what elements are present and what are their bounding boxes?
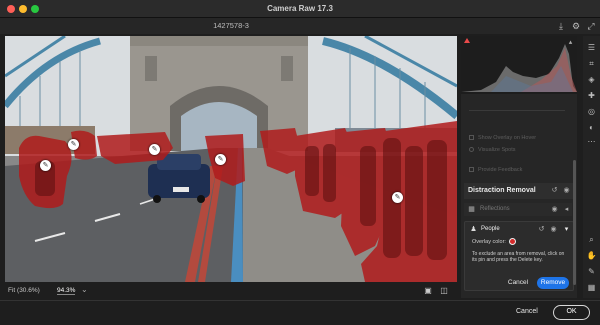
- ok-button[interactable]: OK: [553, 305, 590, 320]
- footer: Cancel OK: [0, 300, 600, 325]
- zoom-bar: Fit (30.6%) 94.3% ⌄ ▣ ◫: [5, 284, 457, 298]
- crop-icon[interactable]: ⌗: [586, 58, 597, 69]
- reflections-row[interactable]: ▦ Reflections ◉ ◂: [464, 203, 572, 216]
- more-icon[interactable]: ⋯: [586, 136, 597, 147]
- reflections-label: Reflections: [480, 206, 510, 212]
- fullscreen-icon[interactable]: ⤢: [585, 20, 597, 32]
- mask-pin-icon[interactable]: ✎: [392, 192, 403, 203]
- remove-button[interactable]: Remove: [537, 277, 569, 289]
- file-name: 1427578-3: [213, 21, 249, 30]
- image-canvas[interactable]: ✎ ✎ ✎ ✎ ✎: [5, 36, 457, 282]
- visibility-icon[interactable]: ◉: [562, 186, 571, 195]
- eraser-icon[interactable]: ◈: [586, 74, 597, 85]
- grid-icon[interactable]: ▦: [586, 282, 597, 293]
- people-card: ♟ People ↺ ◉ ▾ Overlay color: To exclude…: [464, 221, 574, 291]
- reflections-icon: ▦: [468, 206, 475, 213]
- people-cancel-button[interactable]: Cancel: [505, 278, 531, 288]
- zoom-fit-button[interactable]: Fit (30.6%): [8, 287, 40, 294]
- app-title: Camera Raw 17.3: [267, 4, 333, 13]
- panel-scrollbar[interactable]: [573, 160, 576, 285]
- people-visibility-icon[interactable]: ◉: [549, 225, 558, 234]
- tool-strip: ☰ ⌗ ◈ ✚ ◎ ◐ ⋯ ⌕ ✋ ✎ ▦: [583, 36, 600, 298]
- sampler-icon[interactable]: ✎: [586, 266, 597, 277]
- edit-panel: ▴ Show Overlay on Hover Visualize Spots …: [461, 36, 577, 298]
- reflections-expand-icon[interactable]: ◂: [562, 205, 571, 214]
- overlay-color-swatch[interactable]: [509, 238, 516, 245]
- feedback-icon[interactable]: [469, 167, 474, 172]
- provide-feedback-link[interactable]: Provide Feedback: [478, 167, 522, 173]
- reflections-visibility-icon[interactable]: ◉: [550, 205, 559, 214]
- bridge-photo: [5, 36, 457, 282]
- hand-icon[interactable]: ✋: [586, 250, 597, 261]
- histogram-graph: [461, 44, 577, 92]
- zoom-dropdown-icon[interactable]: ⌄: [81, 285, 88, 294]
- cancel-button[interactable]: Cancel: [516, 308, 538, 315]
- camera-raw-window: Camera Raw 17.3 1427578-3 ⤓ ⚙ ⤢ ✎ ✎ ✎ ✎ …: [0, 0, 600, 325]
- title-bar: Camera Raw 17.3: [0, 0, 600, 18]
- people-label: People: [481, 226, 500, 232]
- zoom-icon[interactable]: ⌕: [586, 234, 597, 245]
- overlay-color-label: Overlay color:: [472, 239, 506, 245]
- before-after-icon[interactable]: ▣: [423, 286, 433, 296]
- file-bar: 1427578-3 ⤓ ⚙ ⤢: [0, 18, 600, 34]
- heal-icon[interactable]: ✚: [586, 90, 597, 101]
- distraction-removal-header[interactable]: Distraction Removal ↺ ◉: [464, 183, 574, 199]
- mask-pin-icon[interactable]: ✎: [40, 160, 51, 171]
- visualize-spots-toggle[interactable]: [469, 147, 474, 152]
- mask-pin-icon[interactable]: ✎: [215, 154, 226, 165]
- zoom-percent[interactable]: 94.3%: [57, 287, 76, 295]
- people-reset-icon[interactable]: ↺: [537, 225, 546, 234]
- compare-icon[interactable]: ◫: [439, 286, 449, 296]
- divider: [469, 110, 565, 111]
- settings-icon[interactable]: ⚙: [570, 20, 582, 32]
- mask-pin-icon[interactable]: ✎: [68, 139, 79, 150]
- visualize-spots-label: Visualize Spots: [478, 147, 516, 153]
- show-overlay-checkbox[interactable]: [469, 135, 474, 140]
- show-overlay-label: Show Overlay on Hover: [478, 135, 537, 141]
- save-icon[interactable]: ⤓: [555, 20, 567, 32]
- clipping-warning-right-icon[interactable]: ▴: [566, 38, 575, 47]
- mask-pin-icon[interactable]: ✎: [149, 144, 160, 155]
- redeye-icon[interactable]: ◎: [586, 106, 597, 117]
- exclude-help-text: To exclude an area from removal, click o…: [472, 251, 565, 264]
- histogram: [461, 36, 577, 94]
- people-collapse-icon[interactable]: ▾: [562, 225, 571, 234]
- clipping-warning-icon[interactable]: [464, 38, 470, 43]
- sliders-icon[interactable]: ☰: [586, 42, 597, 53]
- reset-icon[interactable]: ↺: [550, 186, 559, 195]
- section-title: Distraction Removal: [468, 187, 536, 194]
- presets-icon[interactable]: ◐: [586, 122, 597, 133]
- people-icon: ♟: [470, 226, 477, 233]
